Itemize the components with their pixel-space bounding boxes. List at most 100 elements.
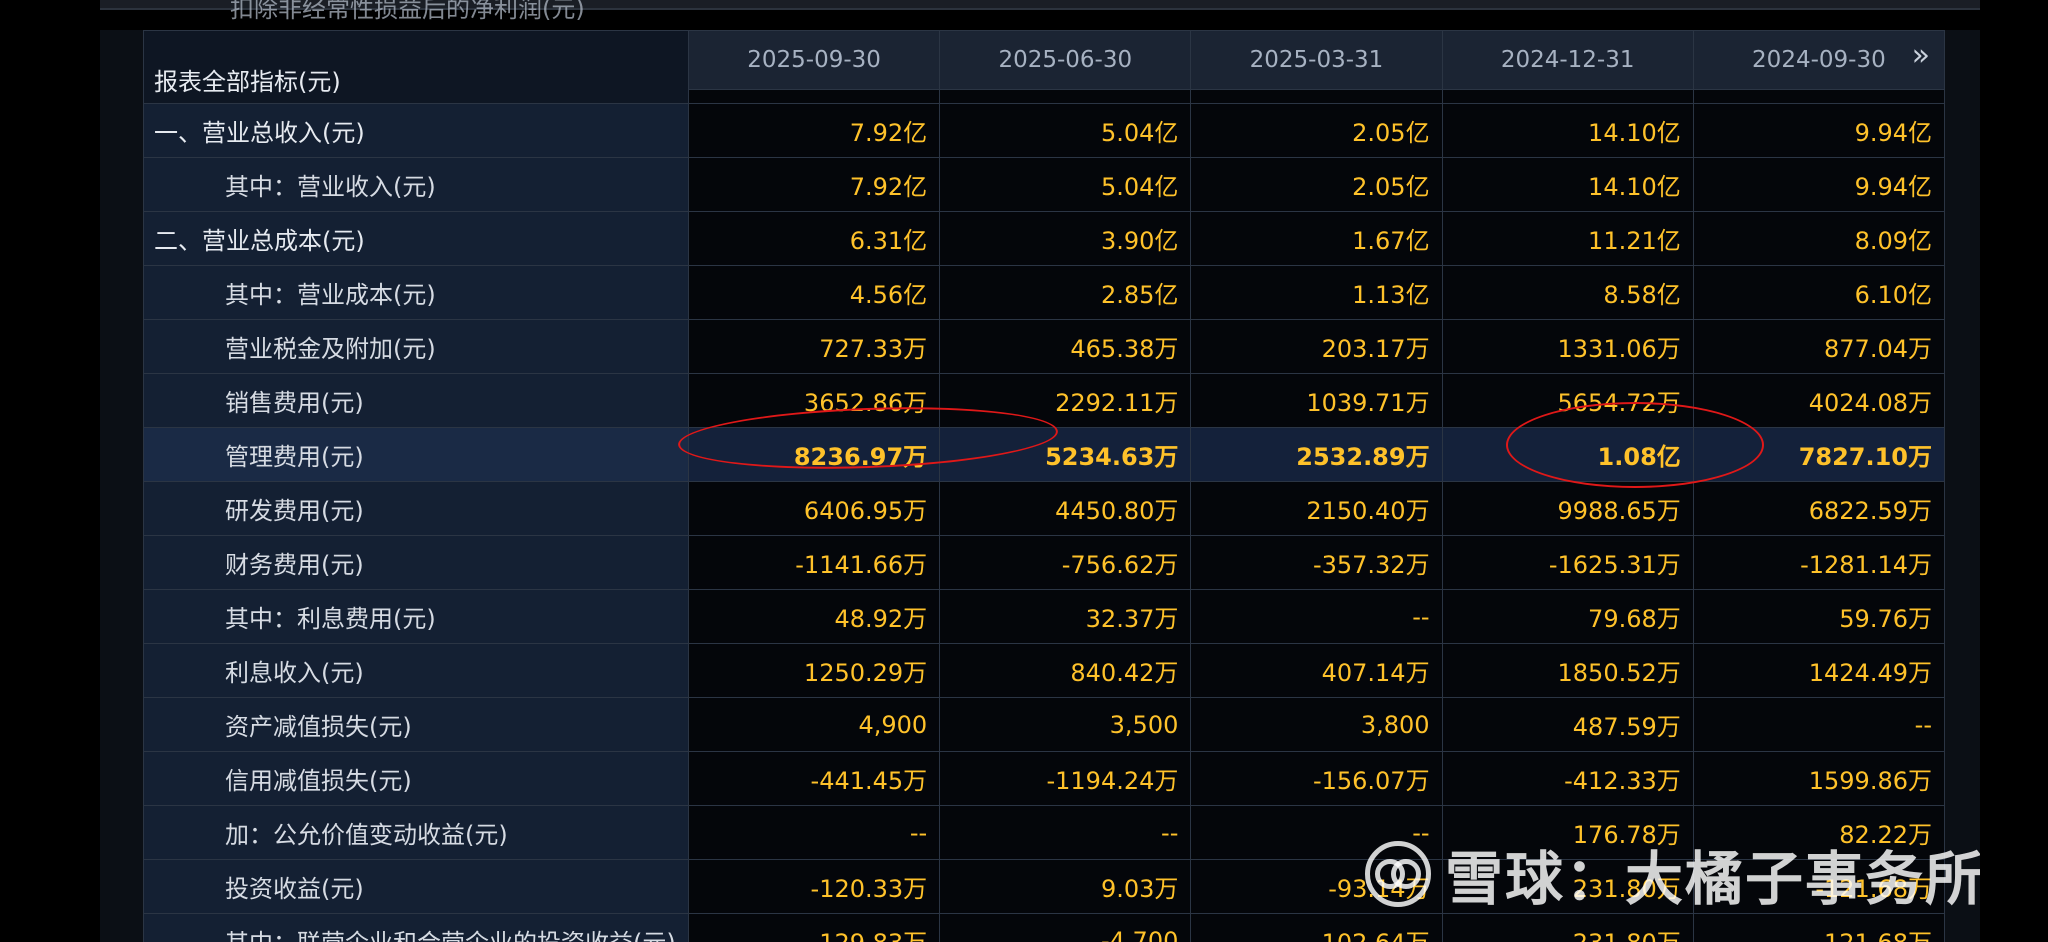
table-row[interactable]: 其中：利息费用(元) 48.92万 32.37万 -- 79.68万 59.76万: [143, 589, 1945, 644]
period-header[interactable]: 2024-12-31: [1441, 30, 1694, 90]
table-header-row: 报表全部指标(元) 2025-09-30 2025-06-30 2025-03-…: [143, 30, 1945, 104]
value-cell: 2292.11万: [939, 373, 1192, 428]
financial-table-container: 报表全部指标(元) 2025-09-30 2025-06-30 2025-03-…: [143, 30, 1945, 942]
value-cell: 2532.89万: [1190, 427, 1443, 482]
row-label: 加：公允价值变动收益(元): [143, 805, 689, 860]
table-row[interactable]: 营业税金及附加(元) 727.33万 465.38万 203.17万 1331.06万 8…: [143, 319, 1945, 374]
period-header[interactable]: 2025-06-30: [939, 30, 1192, 90]
value-cell: 465.38万: [939, 319, 1192, 374]
indicator-header: 报表全部指标(元): [143, 30, 689, 104]
table-row[interactable]: 利息收入(元) 1250.29万 840.42万 407.14万 1850.52万 142…: [143, 643, 1945, 698]
table-row[interactable]: 资产减值损失(元) 4,900 3,500 3,800 487.59万 --: [143, 697, 1945, 752]
value-cell: 32.37万: [939, 589, 1192, 644]
table-row[interactable]: 二、营业总成本(元) 6.31亿 3.90亿 1.67亿 11.21亿 8.09亿: [143, 211, 1945, 266]
row-label: 一、营业总收入(元): [143, 103, 689, 158]
value-cell: 2.85亿: [939, 265, 1192, 320]
value-cell: 1331.06万: [1441, 319, 1694, 374]
row-label: 财务费用(元): [143, 535, 689, 590]
value-cell: 1850.52万: [1441, 643, 1694, 698]
value-cell: 5234.63万: [939, 427, 1192, 482]
watermark-text: 雪球：大橘子事务所: [1445, 845, 1986, 913]
value-cell: 3,800: [1190, 697, 1443, 752]
table-body: 一、营业总收入(元) 7.92亿 5.04亿 2.05亿 14.10亿 9.94亿 其中：营…: [143, 103, 1945, 942]
value-cell: 4,900: [687, 697, 941, 752]
watermark: 雪球：大橘子事务所: [1365, 838, 1985, 913]
value-cell: 8.58亿: [1441, 265, 1694, 320]
value-cell: 1599.86万: [1692, 751, 1945, 806]
value-cell: 8236.97万: [687, 427, 941, 482]
value-cell: 2150.40万: [1190, 481, 1443, 536]
value-cell: 7.92亿: [687, 103, 941, 158]
value-cell: 11.21亿: [1441, 211, 1694, 266]
value-cell: 8.09亿: [1692, 211, 1945, 266]
period-header-last[interactable]: 2024-09-30 »: [1692, 30, 1945, 90]
value-cell: 9.03万: [939, 859, 1192, 914]
value-cell: -1281.14万: [1692, 535, 1945, 590]
value-cell: 4450.80万: [939, 481, 1192, 536]
row-label: 利息收入(元): [143, 643, 689, 698]
value-cell: 5.04亿: [939, 157, 1192, 212]
period-header[interactable]: 2025-03-31: [1190, 30, 1443, 90]
row-label: 信用减值损失(元): [143, 751, 689, 806]
row-label: 管理费用(元): [143, 427, 689, 482]
period-header[interactable]: 2025-09-30: [687, 30, 941, 90]
row-label: 投资收益(元): [143, 859, 689, 914]
value-cell: -1141.66万: [687, 535, 941, 590]
value-cell: -412.33万: [1441, 751, 1694, 806]
table-row[interactable]: 一、营业总收入(元) 7.92亿 5.04亿 2.05亿 14.10亿 9.94亿: [143, 103, 1945, 158]
row-label: 二、营业总成本(元): [143, 211, 689, 266]
value-cell: 6.10亿: [1692, 265, 1945, 320]
value-cell: 9.94亿: [1692, 157, 1945, 212]
value-cell: -121.68万: [1692, 913, 1945, 942]
value-cell: 1.13亿: [1190, 265, 1443, 320]
value-cell: -4,700: [939, 913, 1192, 942]
xueqiu-logo-icon: [1365, 841, 1431, 907]
row-label: 资产减值损失(元): [143, 697, 689, 752]
row-label: 营业税金及附加(元): [143, 319, 689, 374]
value-cell: 6.31亿: [687, 211, 941, 266]
value-cell: -1625.31万: [1441, 535, 1694, 590]
value-cell: 2.05亿: [1190, 157, 1443, 212]
row-label: 其中：营业成本(元): [143, 265, 689, 320]
value-cell: -129.83万: [687, 913, 941, 942]
value-cell: 14.10亿: [1441, 157, 1694, 212]
value-cell: 1424.49万: [1692, 643, 1945, 698]
double-chevron-right-icon[interactable]: »: [1912, 41, 1930, 71]
value-cell: 727.33万: [687, 319, 941, 374]
value-cell: 3,500: [939, 697, 1192, 752]
row-label: 其中：利息费用(元): [143, 589, 689, 644]
table-row[interactable]: 其中：营业收入(元) 7.92亿 5.04亿 2.05亿 14.10亿 9.94亿: [143, 157, 1945, 212]
table-row[interactable]: 信用减值损失(元) -441.45万 -1194.24万 -156.07万 -412.3…: [143, 751, 1945, 806]
table-row[interactable]: 其中：联营企业和合营企业的投资收益(元)-129.83万-4,700-102.6…: [143, 913, 1945, 942]
value-cell: 1.08亿: [1441, 427, 1694, 482]
table-row[interactable]: 销售费用(元) 3652.86万 2292.11万 1039.71万 5654.72万 4…: [143, 373, 1945, 428]
value-cell: 7827.10万: [1692, 427, 1945, 482]
value-cell: 9988.65万: [1441, 481, 1694, 536]
window-edge: [1980, 0, 2048, 942]
value-cell: --: [939, 805, 1192, 860]
value-cell: -441.45万: [687, 751, 941, 806]
row-label: 其中：联营企业和合营企业的投资收益(元): [143, 913, 689, 942]
table-row[interactable]: 管理费用(元) 8236.97万 5234.63万 2532.89万 1.08亿 7827…: [143, 427, 1945, 482]
value-cell: 1.67亿: [1190, 211, 1443, 266]
period-header-label: 2024-09-30: [1752, 46, 1886, 73]
value-cell: --: [1692, 697, 1945, 752]
value-cell: 4.56亿: [687, 265, 941, 320]
row-label: 研发费用(元): [143, 481, 689, 536]
value-cell: 59.76万: [1692, 589, 1945, 644]
value-cell: 48.92万: [687, 589, 941, 644]
income-statement-table: 报表全部指标(元) 2025-09-30 2025-06-30 2025-03-…: [143, 30, 1945, 942]
table-row[interactable]: 其中：营业成本(元) 4.56亿 2.85亿 1.13亿 8.58亿 6.10亿: [143, 265, 1945, 320]
value-cell: -1194.24万: [939, 751, 1192, 806]
value-cell: --: [1190, 589, 1443, 644]
clipped-row-label: 扣除非经常性损益后的净利润(元): [230, 0, 585, 23]
value-cell: 5.04亿: [939, 103, 1192, 158]
table-row[interactable]: 财务费用(元) -1141.66万 -756.62万 -357.32万 -1625.31…: [143, 535, 1945, 590]
value-cell: -102.64万: [1190, 913, 1443, 942]
value-cell: 7.92亿: [687, 157, 941, 212]
value-cell: 4024.08万: [1692, 373, 1945, 428]
table-row[interactable]: 研发费用(元) 6406.95万 4450.80万 2150.40万 9988.65万 6…: [143, 481, 1945, 536]
value-cell: 6822.59万: [1692, 481, 1945, 536]
value-cell: 6406.95万: [687, 481, 941, 536]
value-cell: 877.04万: [1692, 319, 1945, 374]
